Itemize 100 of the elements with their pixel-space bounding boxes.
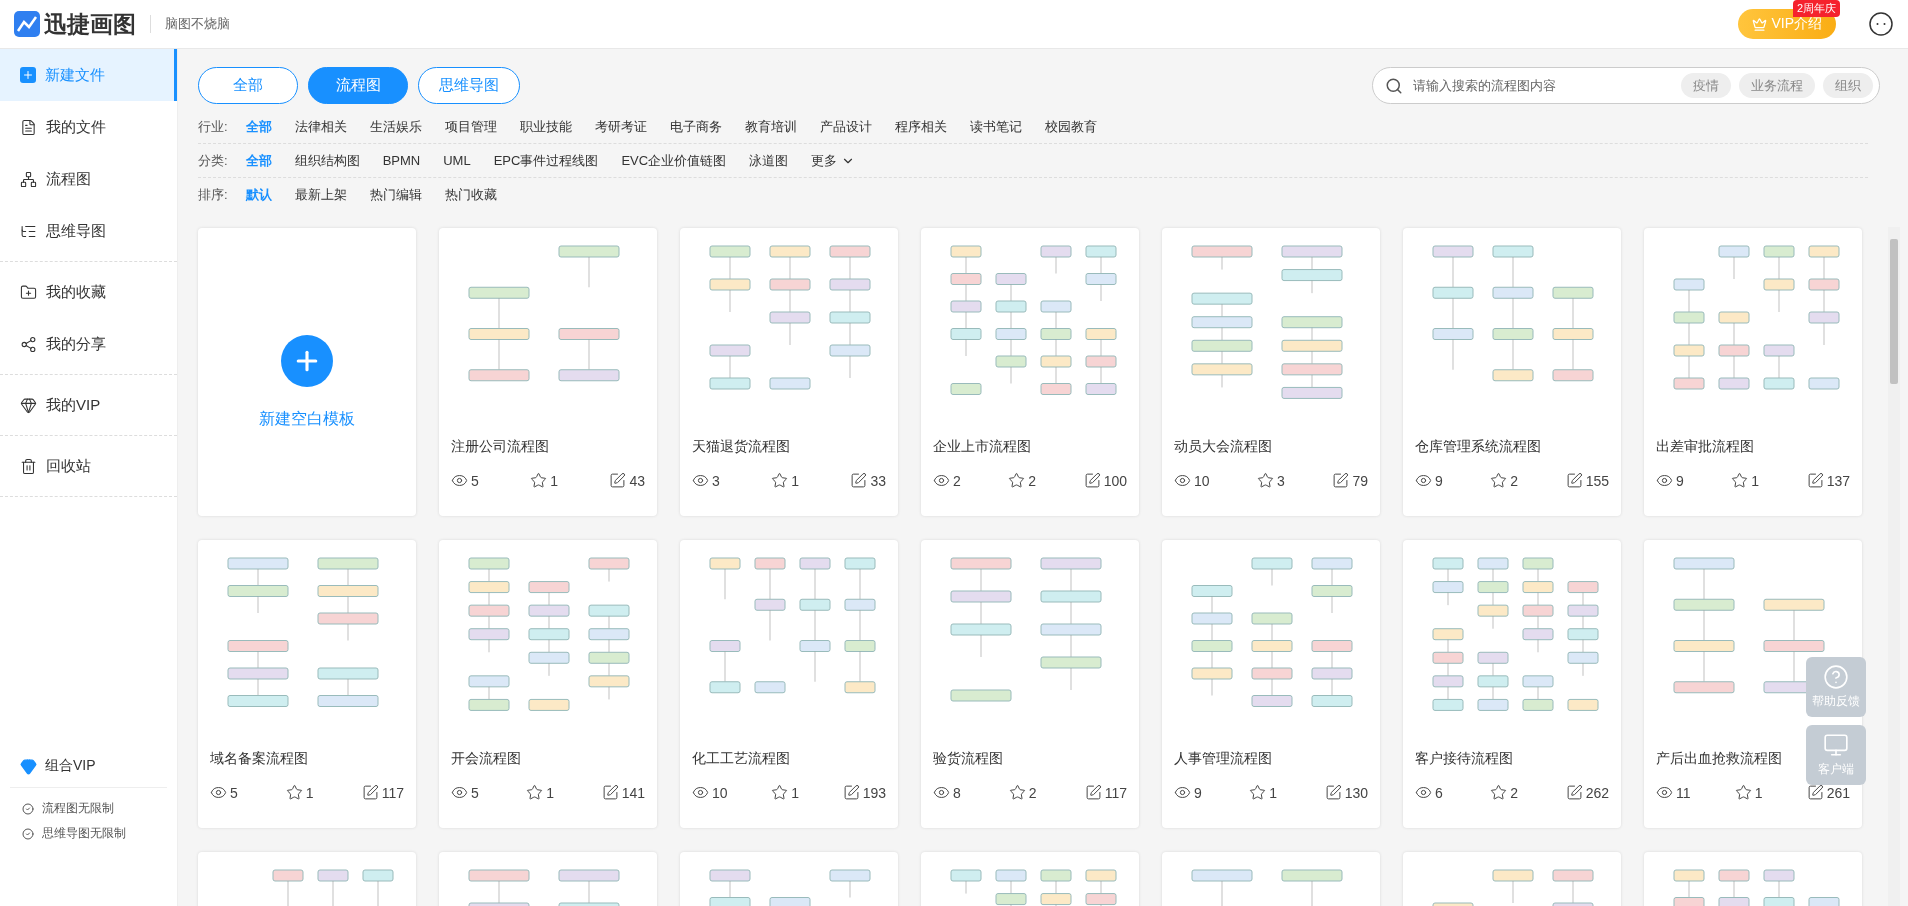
template-title: 验货流程图 <box>933 750 1003 768</box>
filter-option[interactable]: 项目管理 <box>444 117 497 136</box>
eye-icon <box>933 784 950 801</box>
template-card[interactable]: 动员大会流程图 10 3 79 <box>1162 228 1380 516</box>
template-card[interactable]: 化工工艺流程图 10 1 193 <box>680 540 898 828</box>
eye-icon <box>692 472 709 489</box>
eye-icon <box>933 472 950 489</box>
filter-option[interactable]: 法律相关 <box>294 117 347 136</box>
promo-title: 组合VIP <box>45 757 96 775</box>
star-count: 1 <box>1751 472 1760 489</box>
edit-count: 79 <box>1352 472 1368 489</box>
filter-option[interactable]: 校园教育 <box>1044 117 1097 136</box>
sidebar-item[interactable]: 我的文件 <box>0 101 177 153</box>
template-title: 产后出血抢救流程图 <box>1656 750 1782 768</box>
filter-option[interactable]: 职业技能 <box>519 117 572 136</box>
monitor-icon <box>1823 732 1849 758</box>
template-title: 天猫退货流程图 <box>692 438 790 456</box>
star-count: 1 <box>1754 784 1763 801</box>
filter-option[interactable]: 最新上架 <box>294 186 347 204</box>
search-icon <box>1385 76 1403 95</box>
template-card[interactable]: 客户接待流程图 6 2 262 <box>1403 540 1621 828</box>
star-count: 1 <box>550 472 558 489</box>
template-title: 域名备案流程图 <box>210 750 308 768</box>
filter-option[interactable]: 热门编辑 <box>369 186 422 204</box>
check-icon <box>22 802 34 815</box>
view-count: 6 <box>1435 784 1443 801</box>
template-card[interactable]: 出差审批流程图 9 1 137 <box>1644 228 1862 516</box>
sidebar-item[interactable]: 思维导图 <box>0 205 177 257</box>
filter-option[interactable]: BPMN <box>382 153 421 168</box>
filter-option[interactable]: 生活娱乐 <box>369 117 422 136</box>
view-count: 5 <box>230 784 238 801</box>
filter-option[interactable]: 热门收藏 <box>444 186 497 204</box>
edit-count: 43 <box>629 472 645 489</box>
slogan: 脑图不烧脑 <box>165 15 230 33</box>
star-icon <box>1490 784 1508 801</box>
template-card[interactable]: 天猫退货流程图 3 1 33 <box>680 228 898 516</box>
template-title: 客户接待流程图 <box>1415 750 1513 768</box>
plus-icon <box>281 334 333 387</box>
eye-icon <box>451 784 468 801</box>
view-count: 5 <box>471 784 479 801</box>
filter-option[interactable]: 教育培训 <box>744 117 797 136</box>
template-card[interactable]: 人事管理流程图 9 1 130 <box>1162 540 1380 828</box>
sidebar-item[interactable]: 我的收藏 <box>0 266 177 318</box>
filter-option[interactable]: 组织结构图 <box>294 151 360 170</box>
template-title: 企业上市流程图 <box>933 438 1031 456</box>
edit-icon <box>1332 472 1350 489</box>
template-card[interactable]: 域名备案流程图 5 1 117 <box>198 540 416 828</box>
document-icon <box>20 118 37 136</box>
filter-option[interactable]: 电子商务 <box>669 117 722 136</box>
crown-icon <box>1752 16 1768 32</box>
filter-option[interactable]: 程序相关 <box>894 117 947 136</box>
view-count: 5 <box>471 472 479 489</box>
filter-option[interactable]: EVC企业价值链图 <box>621 151 727 170</box>
template-title: 仓库管理系统流程图 <box>1415 438 1541 456</box>
sidebar-item[interactable]: 我的分享 <box>0 318 177 370</box>
more-link[interactable]: 更多 <box>811 151 856 170</box>
hierarchy-icon <box>20 170 37 188</box>
edit-count: 193 <box>862 784 886 801</box>
edit-icon <box>1565 472 1583 489</box>
filter-option[interactable]: 读书笔记 <box>969 117 1022 136</box>
star-icon <box>771 472 789 489</box>
star-icon <box>1257 472 1275 489</box>
filter-option[interactable]: 泳道图 <box>749 151 789 170</box>
gem-icon <box>20 757 37 775</box>
filter-option[interactable]: EPC事件过程线图 <box>493 151 599 170</box>
anniversary-badge: 2周年庆 <box>1792 0 1840 17</box>
star-count: 1 <box>791 784 799 801</box>
template-title: 开会流程图 <box>451 750 521 768</box>
feature-text: 流程图无限制 <box>42 800 114 817</box>
edit-icon <box>1806 472 1824 489</box>
template-card[interactable]: 注册公司流程图 5 1 43 <box>439 228 657 516</box>
view-count: 10 <box>712 784 728 801</box>
template-title: 人事管理流程图 <box>1174 750 1272 768</box>
filter-option[interactable]: UML <box>443 153 471 168</box>
star-icon <box>1731 472 1749 489</box>
star-count: 3 <box>1277 472 1285 489</box>
star-count: 1 <box>305 784 314 801</box>
view-count: 8 <box>953 784 961 801</box>
star-count: 1 <box>546 784 555 801</box>
sidebar-item[interactable]: 回收站 <box>0 440 177 492</box>
edit-count: 141 <box>621 784 645 801</box>
template-card[interactable]: 企业上市流程图 2 2 100 <box>921 228 1139 516</box>
star-icon <box>1249 784 1267 801</box>
sidebar-item[interactable]: 流程图 <box>0 153 177 205</box>
avatar-icon[interactable] <box>1868 11 1894 37</box>
template-card[interactable]: 开会流程图 5 1 141 <box>439 540 657 828</box>
template-card[interactable]: 仓库管理系统流程图 9 2 155 <box>1403 228 1621 516</box>
view-count: 3 <box>712 472 720 489</box>
filter-option[interactable]: 产品设计 <box>819 117 872 136</box>
scrollbar[interactable] <box>1888 227 1900 906</box>
star-icon <box>285 784 303 801</box>
edit-icon <box>1565 784 1583 801</box>
edit-count: 130 <box>1344 784 1368 801</box>
eye-icon <box>1656 784 1673 801</box>
template-card[interactable]: 验货流程图 8 2 117 <box>921 540 1139 828</box>
sidebar-item[interactable]: 我的VIP <box>0 379 177 431</box>
filter-option[interactable]: 考研考证 <box>594 117 647 136</box>
star-count: 2 <box>1510 472 1519 489</box>
edit-icon <box>1084 784 1102 801</box>
eye-icon <box>1174 784 1191 801</box>
